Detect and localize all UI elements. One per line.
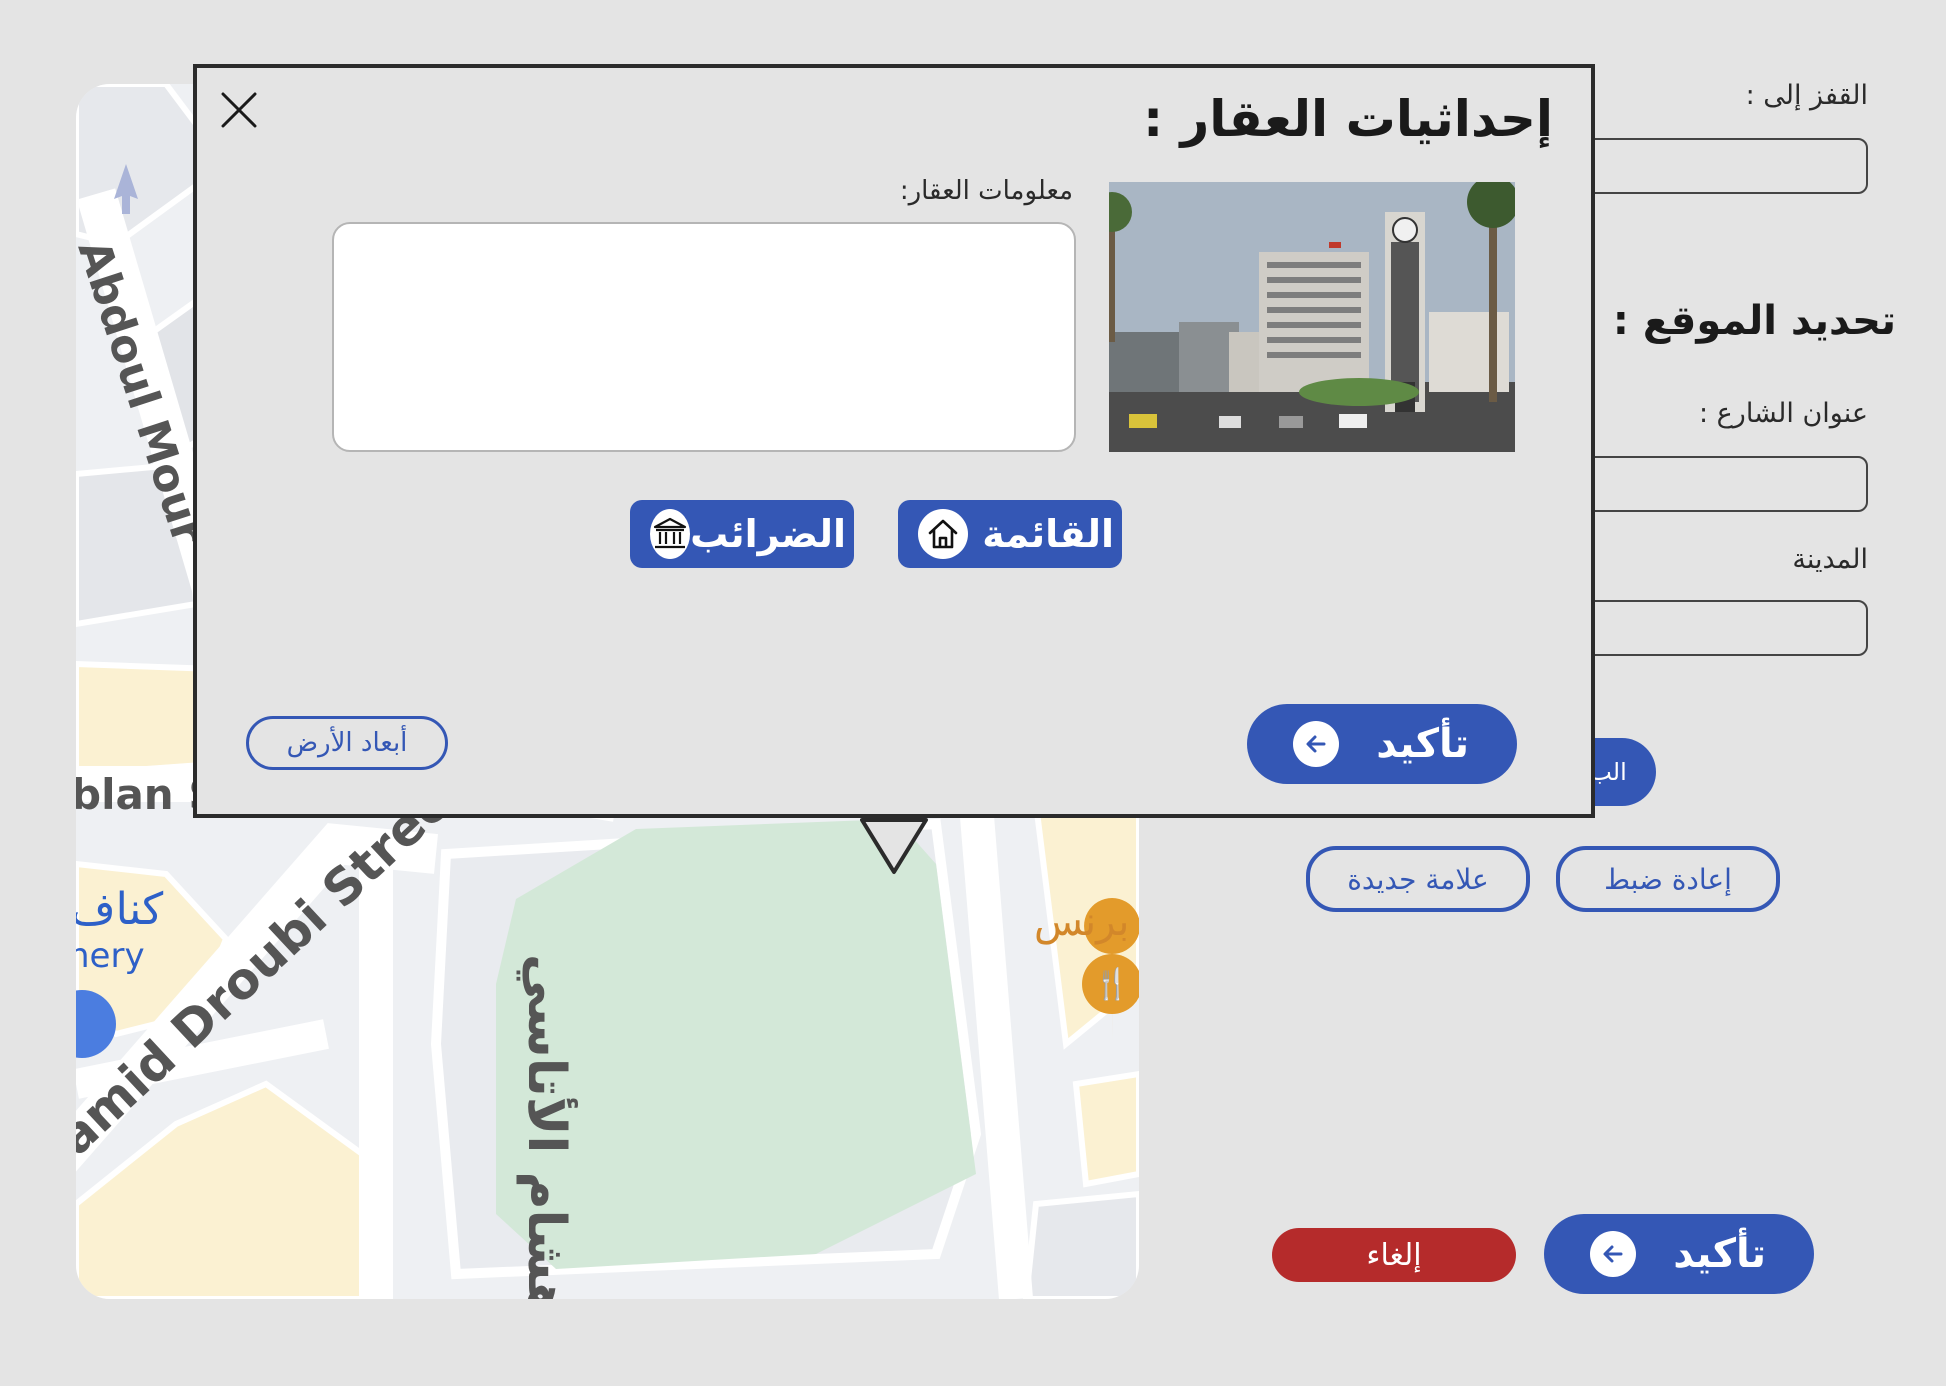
city-input[interactable] <box>1560 600 1868 656</box>
menu-button[interactable]: القائمة <box>898 500 1122 568</box>
taxes-button[interactable]: الضرائب <box>630 500 854 568</box>
confirm-button[interactable]: تأكيد <box>1544 1214 1814 1294</box>
taxes-label: الضرائب <box>690 512 846 556</box>
bank-icon <box>650 509 691 559</box>
land-dimensions-button[interactable]: أبعاد الأرض <box>246 716 448 770</box>
property-photo <box>1109 182 1515 452</box>
dialog-confirm-button[interactable]: تأكيد <box>1247 704 1517 784</box>
close-icon[interactable] <box>217 88 261 132</box>
reset-button[interactable]: إعادة ضبط <box>1556 846 1780 912</box>
map-label-hisham: هشام الأتاسي <box>516 954 576 1299</box>
property-coordinates-dialog: إحداثيات العقار : معلومات العقار: الضرائ… <box>193 64 1595 818</box>
dialog-title: إحداثيات العقار : <box>1143 90 1553 148</box>
menu-label: القائمة <box>982 512 1114 556</box>
confirm-label: تأكيد <box>1673 1231 1766 1277</box>
home-icon <box>918 509 968 559</box>
map-label-kunafa-en: nery <box>76 936 145 976</box>
street-address-input[interactable] <box>1560 456 1868 512</box>
property-info-label: معلومات العقار: <box>899 176 1073 206</box>
locate-section-title: تحديد الموقع : <box>1612 298 1896 344</box>
map-label-restaurant: برنس <box>1034 899 1130 945</box>
jump-to-label: القفز إلى : <box>1745 80 1868 111</box>
street-address-label: عنوان الشارع : <box>1699 398 1868 429</box>
reset-label: إعادة ضبط <box>1604 862 1732 896</box>
new-marker-label: علامة جديدة <box>1347 862 1489 896</box>
new-marker-button[interactable]: علامة جديدة <box>1306 846 1530 912</box>
cancel-button[interactable]: إلغاء <box>1272 1228 1516 1282</box>
land-dimensions-label: أبعاد الأرض <box>286 728 408 758</box>
map-label-kunafa-ar: كناف <box>76 884 164 935</box>
svg-text:🍴: 🍴 <box>1093 966 1130 1002</box>
arrow-left-icon <box>1293 721 1339 767</box>
dialog-confirm-label: تأكيد <box>1376 721 1469 767</box>
dialog-pointer <box>860 818 928 876</box>
cancel-label: إلغاء <box>1366 1237 1422 1273</box>
arrow-left-icon <box>1590 1231 1636 1277</box>
city-label: المدينة <box>1792 544 1868 575</box>
jump-to-input[interactable] <box>1560 138 1868 194</box>
property-info-textarea[interactable] <box>332 222 1076 452</box>
